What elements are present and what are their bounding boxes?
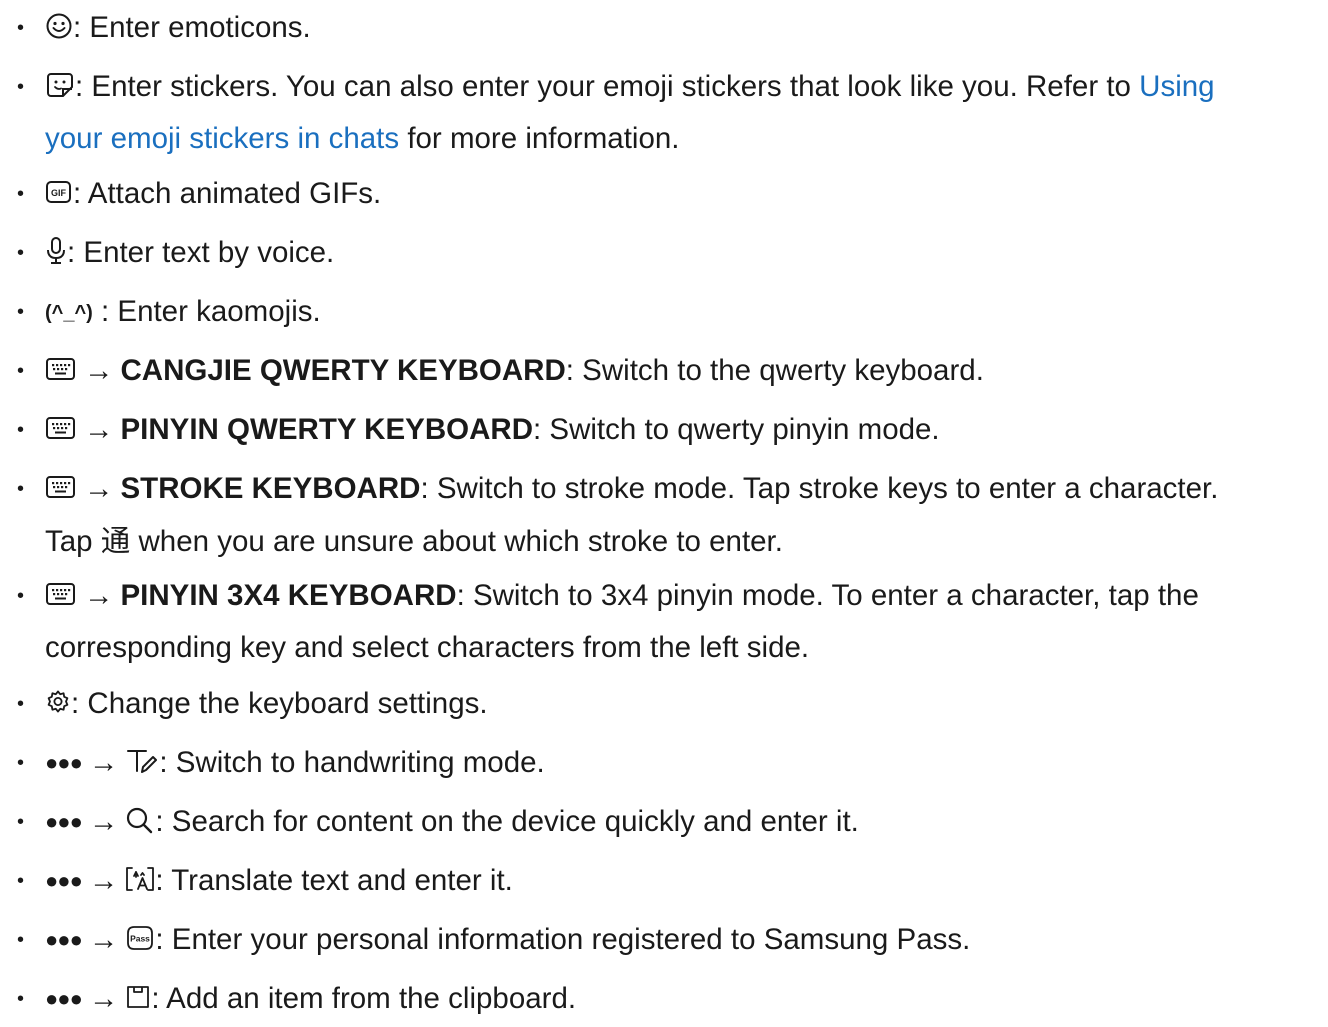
bullet: • xyxy=(17,929,25,951)
arrow: → xyxy=(84,472,114,505)
item-description: : Enter emoticons. xyxy=(73,11,311,44)
item-description: : Attach animated GIFs. xyxy=(73,177,382,210)
samsung-pass-icon: Pass xyxy=(125,924,155,952)
arrow: → xyxy=(88,746,119,779)
item-description: : Search for content on the device quick… xyxy=(155,805,859,838)
bullet: • xyxy=(17,242,25,264)
bullet: • xyxy=(17,693,25,715)
arrow: → xyxy=(88,864,119,897)
bullet: • xyxy=(17,360,25,382)
keyboard-icon xyxy=(45,415,77,441)
kaomoji-icon: (^_^) xyxy=(45,302,93,324)
bullet: • xyxy=(17,17,25,39)
option-name: PINYIN QWERTY KEYBOARD xyxy=(120,413,534,446)
bullet: • xyxy=(17,76,25,98)
item-description: : Translate text and enter it. xyxy=(155,864,513,897)
item-description: : Enter text by voice. xyxy=(67,236,335,269)
item-description: : Add an item from the clipboard. xyxy=(151,982,577,1015)
item-description: : Enter your personal information regist… xyxy=(155,923,971,956)
arrow: → xyxy=(84,354,114,387)
arrow: → xyxy=(88,923,119,956)
item-description-cont: corresponding key and select characters … xyxy=(45,631,810,664)
bullet: • xyxy=(17,752,25,774)
bullet: • xyxy=(17,988,25,1010)
bullet: • xyxy=(17,301,25,323)
gear-icon xyxy=(45,689,71,715)
gif-icon: GIF xyxy=(45,179,73,205)
arrow: → xyxy=(88,982,119,1015)
link-emoji-stickers-cont[interactable]: your emoji stickers in chats xyxy=(45,122,399,155)
feature-list: • : Enter emoticons. • : Enter stickers.… xyxy=(0,0,1328,1016)
handwriting-icon xyxy=(125,747,159,775)
more-options-icon: ●●● xyxy=(45,809,83,834)
item-description: : Switch to handwriting mode. xyxy=(159,746,545,779)
sticker-icon xyxy=(45,71,75,99)
link-emoji-stickers[interactable]: Using xyxy=(1139,70,1214,103)
bullet: • xyxy=(17,811,25,833)
svg-text:GIF: GIF xyxy=(51,188,67,198)
item-description-cont: Tap xyxy=(45,525,101,558)
emoticon-icon xyxy=(45,12,73,40)
more-options-icon: ●●● xyxy=(45,986,83,1011)
item-description: : Switch to the qwerty keyboard. xyxy=(565,354,984,387)
item-description: : Switch to stroke mode. Tap stroke keys… xyxy=(420,472,1219,505)
bullet: • xyxy=(17,183,25,205)
keyboard-icon xyxy=(45,581,77,607)
option-name: STROKE KEYBOARD xyxy=(120,472,421,505)
keyboard-icon xyxy=(45,474,77,500)
item-description: : Change the keyboard settings. xyxy=(71,687,488,720)
option-name: PINYIN 3X4 KEYBOARD xyxy=(120,579,457,612)
option-name: CANGJIE QWERTY KEYBOARD xyxy=(120,354,566,387)
item-description: : Switch to qwerty pinyin mode. xyxy=(533,413,940,446)
more-options-icon: ●●● xyxy=(45,750,83,775)
microphone-icon xyxy=(45,236,67,266)
arrow: → xyxy=(88,805,119,838)
clipboard-icon xyxy=(125,983,151,1011)
search-icon xyxy=(125,806,155,834)
svg-text:Pass: Pass xyxy=(130,934,150,944)
wildcard-stroke-key: 通 xyxy=(100,524,131,558)
arrow: → xyxy=(84,579,114,612)
keyboard-icon xyxy=(45,356,77,382)
arrow: → xyxy=(84,413,114,446)
item-description: : Enter stickers. You can also enter you… xyxy=(75,70,1140,103)
bullet: • xyxy=(17,478,25,500)
item-description: : Switch to 3x4 pinyin mode. To enter a … xyxy=(456,579,1199,612)
more-options-icon: ●●● xyxy=(45,927,83,952)
translate-icon xyxy=(125,865,155,893)
bullet: • xyxy=(17,419,25,441)
item-description: : Enter kaomojis. xyxy=(101,295,321,328)
item-description-cont: for more information. xyxy=(399,122,680,155)
more-options-icon: ●●● xyxy=(45,868,83,893)
bullet: • xyxy=(17,870,25,892)
bullet: • xyxy=(17,585,25,607)
item-description-cont: when you are unsure about which stroke t… xyxy=(130,525,783,558)
